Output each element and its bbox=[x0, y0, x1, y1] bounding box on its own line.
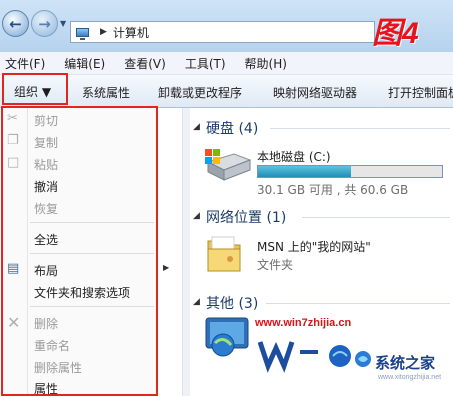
menu-item-copy[interactable]: 复制 bbox=[34, 134, 58, 151]
menu-item-select-all[interactable]: 全选 bbox=[34, 231, 58, 248]
paste-icon: □ bbox=[7, 155, 20, 170]
menu-item-paste[interactable]: 粘贴 bbox=[34, 156, 58, 173]
copy-icon: ❐ bbox=[7, 133, 19, 148]
uninstall-program-button[interactable]: 卸载或更改程序 bbox=[158, 84, 242, 101]
organize-label: 组织 ▼ bbox=[14, 85, 52, 99]
menu-item-delete[interactable]: 删除 bbox=[34, 315, 58, 332]
group-divider bbox=[266, 303, 450, 304]
network-item-name[interactable]: MSN 上的"我的网站" bbox=[257, 238, 371, 255]
site-watermark: www.win7zhijia.cn bbox=[255, 317, 352, 329]
menu-item-properties[interactable]: 属性 bbox=[34, 380, 58, 397]
system-properties-button[interactable]: 系统属性 bbox=[82, 84, 130, 101]
menu-help[interactable]: 帮助(H) bbox=[240, 55, 292, 72]
menu-item-cut[interactable]: 剪切 bbox=[34, 112, 58, 129]
drive-free-space: 30.1 GB 可用 , 共 60.6 GB bbox=[257, 183, 409, 197]
group-divider bbox=[302, 217, 450, 218]
group-divider bbox=[270, 128, 450, 129]
menu-file[interactable]: 文件(F) bbox=[0, 55, 50, 72]
hard-disk-icon[interactable] bbox=[204, 148, 252, 186]
group-header-network-locations[interactable]: 网络位置 (1) bbox=[206, 207, 286, 227]
submenu-arrow-icon: ▶ bbox=[163, 263, 170, 272]
menu-tools[interactable]: 工具(T) bbox=[180, 55, 231, 72]
group-header-hard-disks[interactable]: 硬盘 (4) bbox=[206, 118, 258, 138]
group-header-other[interactable]: 其他 (3) bbox=[206, 293, 258, 313]
collapse-icon[interactable]: ◢ bbox=[193, 122, 200, 132]
brand-url-watermark: www.xitongzhijia.net bbox=[378, 374, 442, 381]
windows-logo-icon bbox=[258, 341, 351, 373]
history-dropdown-icon[interactable]: ▼ bbox=[60, 19, 66, 28]
control-panel-icon[interactable] bbox=[203, 315, 251, 357]
menu-item-folder-options[interactable]: 文件夹和搜索选项 bbox=[34, 284, 130, 301]
open-control-panel-button[interactable]: 打开控制面板 bbox=[388, 84, 453, 101]
brand-logo-icon bbox=[355, 351, 371, 367]
back-button[interactable]: ← bbox=[2, 10, 29, 37]
address-bar[interactable]: ▶ 计算机 bbox=[70, 21, 375, 43]
forward-button[interactable]: → bbox=[31, 10, 58, 37]
map-network-drive-button[interactable]: 映射网络驱动器 bbox=[273, 84, 357, 101]
menu-item-layout[interactable]: 布局 bbox=[34, 262, 58, 279]
computer-small-icon bbox=[76, 27, 89, 40]
brand-watermark: 系统之家 bbox=[375, 355, 436, 372]
network-item-type: 文件夹 bbox=[257, 258, 294, 272]
menu-item-redo[interactable]: 恢复 bbox=[34, 200, 58, 217]
delete-icon: ✕ bbox=[7, 313, 21, 332]
drive-usage-bar bbox=[257, 165, 443, 178]
menu-edit[interactable]: 编辑(E) bbox=[59, 55, 110, 72]
menu-bar: 文件(F) 编辑(E) 查看(V) 工具(T) 帮助(H) bbox=[0, 52, 453, 75]
menu-separator bbox=[30, 222, 154, 223]
layout-icon: ▤ bbox=[7, 261, 20, 276]
menu-item-remove-properties[interactable]: 删除属性 bbox=[34, 359, 82, 376]
cut-icon: ✂ bbox=[7, 111, 18, 126]
drive-name[interactable]: 本地磁盘 (C:) bbox=[257, 148, 331, 165]
figure-label-watermark: 图4 bbox=[372, 17, 419, 50]
collapse-icon[interactable]: ◢ bbox=[193, 211, 200, 221]
menu-view[interactable]: 查看(V) bbox=[119, 55, 171, 72]
folder-icon[interactable] bbox=[206, 233, 242, 273]
menu-item-undo[interactable]: 撤消 bbox=[34, 178, 58, 195]
organize-dropdown-menu: ✂ 剪切 ❐ 复制 □ 粘贴 撤消 恢复 全选 ▤ 布局 文件夹和搜索选项 ✕ … bbox=[1, 106, 158, 396]
menu-separator bbox=[30, 306, 154, 307]
menu-item-rename[interactable]: 重命名 bbox=[34, 337, 70, 354]
address-separator-icon[interactable]: ▶ bbox=[100, 27, 107, 37]
organize-button[interactable]: 组织 ▼ bbox=[2, 73, 68, 105]
menu-separator bbox=[30, 253, 154, 254]
drive-usage-fill bbox=[258, 166, 351, 177]
address-segment-computer[interactable]: 计算机 bbox=[113, 24, 149, 41]
collapse-icon[interactable]: ◢ bbox=[193, 297, 200, 307]
